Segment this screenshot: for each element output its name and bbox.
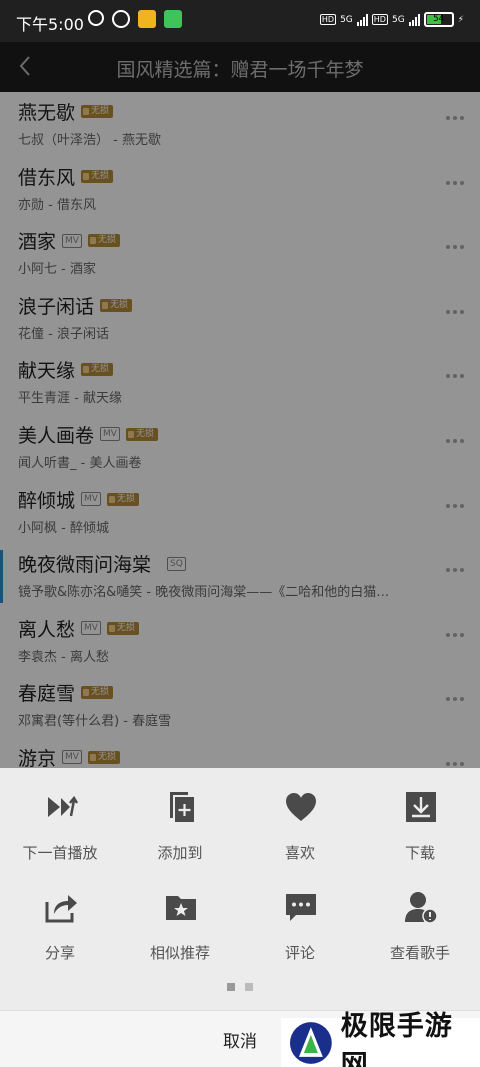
artist-icon (405, 892, 438, 924)
share-icon (45, 895, 77, 923)
modal-backdrop[interactable] (0, 42, 480, 768)
heart-icon (286, 793, 316, 821)
watermark: 极限手游网 (281, 1011, 480, 1067)
view-artist-label: 查看歌手 (389, 944, 450, 962)
add-to-icon (170, 792, 194, 822)
mute-icon (88, 10, 104, 26)
add-to-button[interactable]: 添加到 (120, 768, 240, 868)
network-type-2: 5G (391, 14, 405, 25)
status-time: 下午5:00 (16, 15, 84, 34)
comment-icon (286, 894, 316, 921)
share-label: 分享 (44, 944, 75, 962)
signal-icon-2 (408, 13, 420, 26)
download-label: 下载 (404, 844, 435, 862)
signal-icon-1 (356, 13, 368, 26)
page-indicator (0, 983, 480, 991)
add-to-label: 添加到 (157, 844, 203, 862)
like-button[interactable]: 喜欢 (240, 768, 360, 868)
hd-badge-2: HD (371, 14, 388, 25)
battery-level: 54 (432, 14, 445, 24)
share-button[interactable]: 分享 (0, 868, 120, 968)
app-notification-icon (138, 10, 156, 28)
like-label: 喜欢 (284, 844, 315, 862)
watermark-logo-icon (289, 1021, 332, 1064)
charging-icon: ⚡ (457, 14, 464, 25)
watermark-text: 极限手游网 (340, 1010, 453, 1067)
wechat-notification-icon (164, 10, 182, 28)
similar-recommend-label: 相似推荐 (149, 944, 210, 962)
comment-button[interactable]: 评论 (240, 868, 360, 968)
comment-label: 评论 (284, 944, 315, 962)
alarm-icon (112, 10, 130, 28)
play-next-button[interactable]: 下一首播放 (0, 768, 120, 868)
status-bar: 下午5:00 HD 5G HD 5G 54 ⚡ (0, 0, 480, 42)
battery-icon: 54 (423, 12, 454, 27)
page-dot-active (227, 983, 235, 991)
cancel-button[interactable]: 取消 (200, 1027, 280, 1052)
play-next-icon (48, 795, 78, 817)
hd-badge-1: HD (319, 14, 337, 25)
download-button[interactable]: 下载 (360, 768, 480, 868)
action-grid: 下一首播放 添加到 喜欢 下载 分享 相似推荐 评论 查看歌手 (0, 768, 480, 968)
similar-recommend-button[interactable]: 相似推荐 (120, 868, 240, 968)
view-artist-button[interactable]: 查看歌手 (360, 868, 480, 968)
network-type-1: 5G (340, 14, 353, 25)
page-dot (245, 983, 253, 991)
download-icon (406, 792, 436, 822)
similar-folder-icon (166, 896, 196, 920)
play-next-label: 下一首播放 (22, 844, 98, 862)
